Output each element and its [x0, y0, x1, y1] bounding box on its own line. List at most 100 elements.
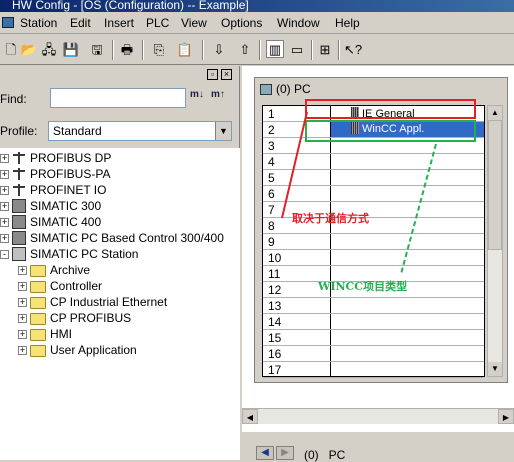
station-title: (0) PC — [260, 82, 311, 96]
find-input[interactable] — [50, 88, 186, 108]
paste-icon[interactable]: 📋 — [176, 40, 194, 58]
profile-select[interactable]: Standard ▼ — [48, 121, 232, 141]
expand-icon[interactable]: + — [0, 234, 9, 243]
back-arrow-icon[interactable]: ◀ — [256, 446, 274, 460]
find-label: Find: — [0, 92, 27, 106]
slot-row[interactable]: 6 — [263, 186, 484, 202]
profibus-icon — [12, 151, 26, 165]
menu-help[interactable]: Help — [335, 16, 360, 30]
tree-item-simatic-300[interactable]: + SIMATIC 300 — [0, 198, 101, 214]
scroll-thumb[interactable] — [488, 120, 502, 250]
hardware-catalog: ▫ × Find: m↓ m↑ Profile: Standard ▼ + PRO… — [0, 66, 240, 460]
print-icon[interactable]: 🖶 — [118, 40, 136, 58]
menu-plc[interactable]: PLC — [146, 16, 169, 30]
expand-icon[interactable]: + — [18, 314, 27, 323]
copy-icon[interactable]: ⎘ — [150, 40, 168, 58]
find-prev-icon[interactable]: m↑ — [211, 89, 231, 107]
tree-item-controller[interactable]: + Controller — [18, 278, 102, 294]
annotation-box-red — [305, 99, 476, 119]
bottom-station-bar: ◀ ▶ (0) PC — [242, 432, 514, 462]
menu-station[interactable]: Station — [20, 16, 57, 30]
expand-icon[interactable]: + — [0, 170, 9, 179]
folder-icon — [30, 329, 46, 341]
rack-icon — [12, 215, 26, 229]
scroll-left-icon[interactable]: ◀ — [242, 409, 258, 424]
upload-icon[interactable]: ⇧ — [236, 40, 254, 58]
annotation-box-green — [305, 120, 476, 142]
tree-item-hmi[interactable]: + HMI — [18, 326, 72, 342]
slot-row[interactable]: 17 — [263, 362, 484, 378]
window-title: HW Config - [OS (Configuration) -- Examp… — [12, 0, 249, 12]
close-icon[interactable]: × — [221, 69, 232, 80]
expand-icon[interactable]: + — [18, 298, 27, 307]
slot-row[interactable]: 15 — [263, 330, 484, 346]
expand-icon[interactable]: + — [0, 186, 9, 195]
tree-item-profibus-dp[interactable]: + PROFIBUS DP — [0, 150, 111, 166]
scroll-up-icon[interactable]: ▲ — [488, 106, 502, 120]
tree-item-cp-industrial-ethernet[interactable]: + CP Industrial Ethernet — [18, 294, 167, 310]
expand-icon[interactable]: + — [18, 266, 27, 275]
scroll-right-icon[interactable]: ▶ — [498, 409, 514, 424]
forward-arrow-icon[interactable]: ▶ — [276, 446, 294, 460]
save-icon[interactable]: 💾 — [62, 40, 80, 58]
expand-icon[interactable]: + — [0, 218, 9, 227]
module-info-icon[interactable]: ▭ — [288, 40, 306, 58]
expand-icon[interactable]: + — [0, 202, 9, 211]
catalog-tree: + PROFIBUS DP + PROFIBUS-PA + PROFINET IO +… — [0, 148, 240, 460]
slot-row[interactable]: 5 — [263, 170, 484, 186]
save-compile-icon[interactable]: 🖫 — [88, 40, 106, 58]
folder-icon — [30, 313, 46, 325]
restore-icon[interactable]: ▫ — [207, 69, 218, 80]
slot-table: 1 IE General 2 WinCC Appl. 3 4 5 6 7 8 9… — [262, 105, 485, 378]
menu-edit[interactable]: Edit — [70, 16, 91, 30]
collapse-icon[interactable]: - — [0, 250, 9, 259]
tree-item-user-application[interactable]: + User Application — [18, 342, 137, 358]
profinet-icon — [12, 183, 26, 197]
pc-icon — [260, 84, 272, 95]
menu-window[interactable]: Window — [277, 16, 320, 30]
slot-row[interactable]: 13 — [263, 298, 484, 314]
download-icon[interactable]: ⇩ — [210, 40, 228, 58]
scroll-down-icon[interactable]: ▼ — [488, 362, 502, 376]
expand-icon[interactable]: + — [18, 330, 27, 339]
tree-item-simatic-400[interactable]: + SIMATIC 400 — [0, 214, 101, 230]
annotation-text-green: WINCC项目类型 — [318, 280, 408, 293]
folder-icon — [30, 345, 46, 357]
tree-item-simatic-pc-based-control[interactable]: + SIMATIC PC Based Control 300/400 — [0, 230, 224, 246]
vertical-scrollbar[interactable]: ▲ ▼ — [487, 105, 503, 377]
expand-icon[interactable]: + — [18, 282, 27, 291]
slot-row[interactable]: 10 — [263, 250, 484, 266]
tree-item-cp-profibus[interactable]: + CP PROFIBUS — [18, 310, 131, 326]
menu-insert[interactable]: Insert — [104, 16, 134, 30]
app-menu-icon[interactable] — [2, 17, 14, 28]
profibus-icon — [12, 167, 26, 181]
slot-row[interactable]: 14 — [263, 314, 484, 330]
netpro-icon[interactable]: ⊞ — [316, 40, 334, 58]
open-icon[interactable]: 📂 — [20, 40, 38, 58]
whats-this-icon[interactable]: ↖? — [344, 40, 362, 58]
menu-view[interactable]: View — [181, 16, 207, 30]
slot-row[interactable]: 4 — [263, 154, 484, 170]
new-icon[interactable]: 🗋 — [2, 40, 20, 58]
profile-value: Standard — [53, 124, 102, 138]
folder-icon — [30, 281, 46, 293]
expand-icon[interactable]: + — [18, 346, 27, 355]
pc-station-icon — [12, 247, 26, 261]
folder-icon — [30, 265, 46, 277]
menu-options[interactable]: Options — [221, 16, 262, 30]
network-icon[interactable]: 🖧 — [40, 40, 58, 58]
tree-item-profibus-pa[interactable]: + PROFIBUS-PA — [0, 166, 110, 182]
profile-label: Profile: — [0, 124, 38, 138]
menu-bar: Station Edit Insert PLC View Options Win… — [0, 12, 514, 34]
slot-row[interactable]: 9 — [263, 234, 484, 250]
find-next-icon[interactable]: m↓ — [190, 89, 210, 107]
rack-icon — [12, 199, 26, 213]
expand-icon[interactable]: + — [0, 154, 9, 163]
tree-item-simatic-pc-station[interactable]: - SIMATIC PC Station — [0, 246, 138, 262]
chevron-down-icon[interactable]: ▼ — [215, 122, 231, 140]
catalog-icon[interactable]: ▥ — [266, 40, 284, 58]
tree-item-archive[interactable]: + Archive — [18, 262, 90, 278]
slot-row[interactable]: 16 — [263, 346, 484, 362]
horizontal-scrollbar[interactable]: ◀ ▶ — [242, 408, 514, 424]
tree-item-profinet-io[interactable]: + PROFINET IO — [0, 182, 106, 198]
